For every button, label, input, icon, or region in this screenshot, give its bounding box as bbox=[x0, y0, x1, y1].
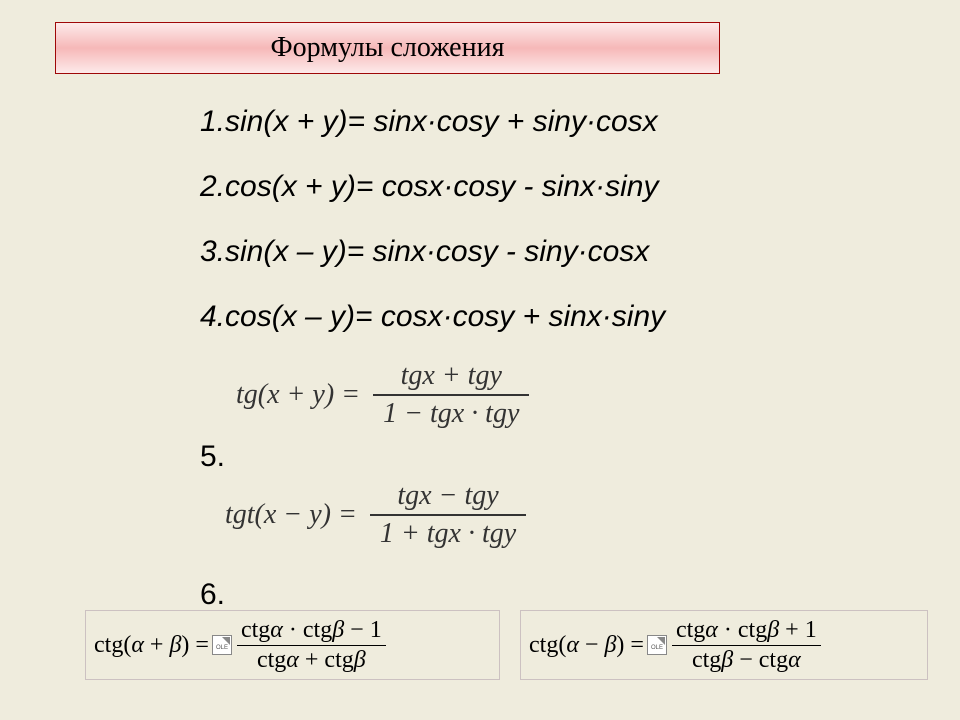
formula-1: 1.sin(x + y)= sinx·cosy + siny·cosx bbox=[200, 105, 658, 139]
ctg1-num: ctgα · ctgβ − 1 bbox=[237, 617, 386, 646]
ctg2-den: ctgβ − ctgα bbox=[672, 646, 821, 674]
formula-5-tg-plus: tg(x + y) = tgx + tgy 1 − tgx · tgy bbox=[236, 360, 529, 430]
title-text: Формулы сложения bbox=[271, 32, 505, 64]
tg1-lhs: tg(x + y) = bbox=[236, 379, 360, 411]
tg2-num: tgx − tgy bbox=[370, 480, 526, 516]
number-6: 6. bbox=[200, 578, 225, 612]
tg2-den: 1 + tgx · tgy bbox=[370, 516, 526, 550]
formula-ctg-minus-box: ctg(α − β) = OLE ctgα · ctgβ + 1 ctgβ − … bbox=[520, 610, 928, 680]
formula-6-tg-minus: tgt(x − y) = tgx − tgy 1 + tgx · tgy bbox=[225, 480, 526, 550]
formula-3: 3.sin(x – y)= sinx·cosy - siny·cosx bbox=[200, 235, 649, 269]
ctg1-den: ctgα + ctgβ bbox=[237, 646, 386, 674]
tg2-lhs: tgt(x − y) = bbox=[225, 499, 357, 531]
ctg1-frac: ctgα · ctgβ − 1 ctgα + ctgβ bbox=[237, 617, 386, 674]
ctg2-frac: ctgα · ctgβ + 1 ctgβ − ctgα bbox=[672, 617, 821, 674]
formula-4: 4.cos(x – y)= cosx·cosy + sinx·siny bbox=[200, 300, 665, 334]
tg1-num: tgx + tgy bbox=[373, 360, 529, 396]
title-box: Формулы сложения bbox=[55, 22, 720, 74]
tg1-den: 1 − tgx · tgy bbox=[373, 396, 529, 430]
ole-icon: OLE bbox=[647, 635, 667, 655]
formula-ctg-plus-box: ctg(α + β) = OLE ctgα · ctgβ − 1 ctgα + … bbox=[85, 610, 500, 680]
ctg2-num: ctgα · ctgβ + 1 bbox=[672, 617, 821, 646]
formula-2: 2.cos(x + y)= cosx·cosy - sinx·siny bbox=[200, 170, 658, 204]
ole-icon: OLE bbox=[212, 635, 232, 655]
ctg2-lhs: ctg(α − β) = bbox=[529, 632, 644, 659]
ctg1-lhs: ctg(α + β) = bbox=[94, 632, 209, 659]
number-5: 5. bbox=[200, 440, 225, 474]
tg1-frac: tgx + tgy 1 − tgx · tgy bbox=[373, 360, 529, 430]
tg2-frac: tgx − tgy 1 + tgx · tgy bbox=[370, 480, 526, 550]
